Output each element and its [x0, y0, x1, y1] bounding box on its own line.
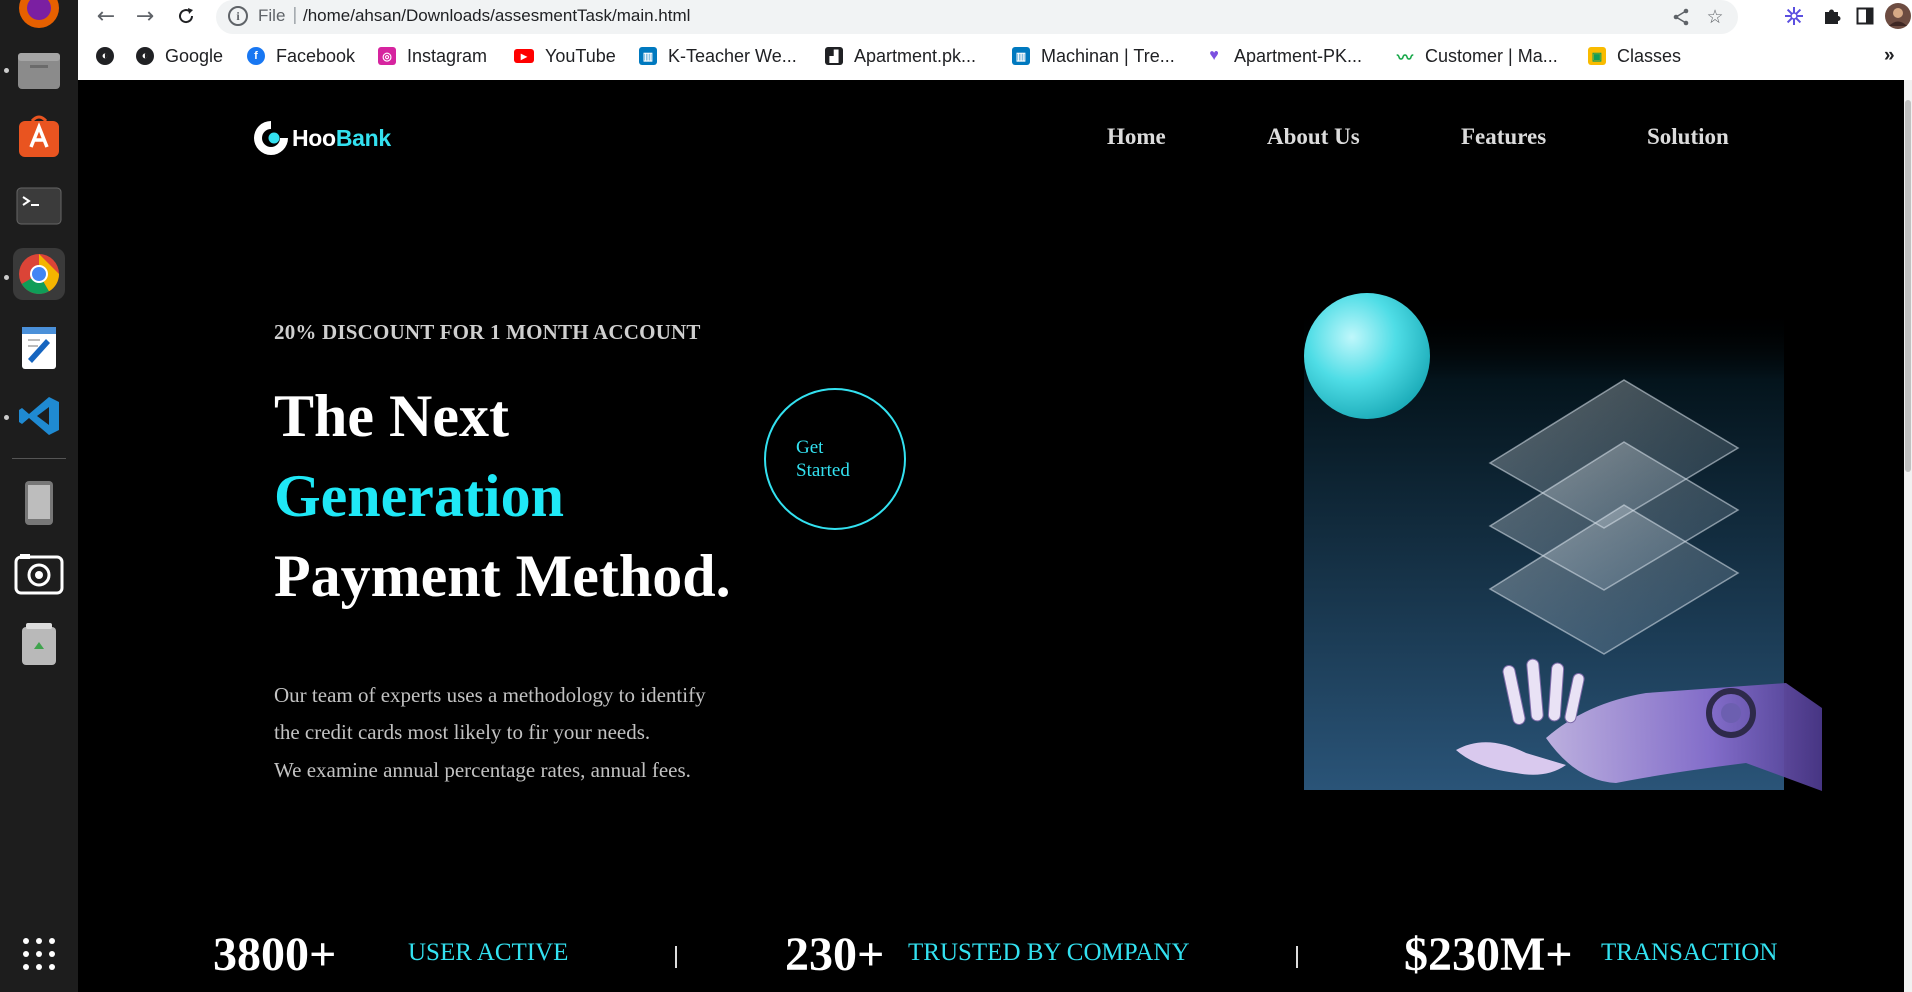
reload-icon[interactable]: [172, 2, 200, 30]
stat-separator: [1296, 946, 1298, 968]
terminal-icon[interactable]: [13, 180, 65, 232]
bookmark-classes[interactable]: ▣ Classes: [1588, 44, 1681, 68]
bookmark-k-teacher[interactable]: ▥ K-Teacher We...: [639, 44, 797, 68]
bookmark-apartment-pk[interactable]: ▟ Apartment.pk...: [825, 44, 976, 68]
nav-features[interactable]: Features: [1461, 124, 1546, 150]
software-center-icon[interactable]: [13, 110, 65, 162]
apartment-icon: ▟: [825, 47, 843, 65]
url-text[interactable]: /home/ahsan/Downloads/assesmentTask/main…: [303, 6, 690, 26]
dock-separator: [12, 458, 66, 459]
screenshot-icon[interactable]: [13, 548, 65, 600]
nav-solution[interactable]: Solution: [1647, 124, 1729, 150]
nav-home[interactable]: Home: [1107, 124, 1166, 150]
text-editor-icon[interactable]: [13, 322, 65, 374]
running-indicator: [4, 415, 9, 420]
stat-users-label: USER ACTIVE: [408, 939, 569, 966]
chart-icon: 〰: [1396, 50, 1413, 67]
hero-illustration: [1304, 293, 1822, 791]
headline-line-3: Payment Method.: [274, 543, 731, 609]
scrollbar-thumb[interactable]: [1905, 100, 1911, 472]
instagram-icon: ◎: [378, 47, 396, 65]
chrome-icon[interactable]: [13, 248, 65, 300]
bookmark-machinan[interactable]: ▥ Machinan | Tre...: [1012, 44, 1175, 68]
stat-companies-value: 230+: [785, 928, 885, 981]
profile-avatar[interactable]: [1885, 3, 1911, 29]
back-icon[interactable]: ←: [92, 2, 120, 30]
stat-users-value: 3800+: [213, 928, 337, 981]
removable-drive-icon[interactable]: [13, 477, 65, 529]
side-panel-icon[interactable]: [1852, 3, 1878, 29]
trello-icon: ▥: [1012, 47, 1030, 65]
running-indicator: [4, 275, 9, 280]
heart-icon: ♥: [1209, 47, 1219, 64]
globe-icon: ◐: [136, 47, 154, 65]
stat-transactions-label: TRANSACTION: [1601, 939, 1778, 966]
more-bookmarks-button[interactable]: »: [1884, 44, 1895, 68]
description-line-3: We examine annual percentage rates, annu…: [274, 758, 691, 782]
bookmarks-bar: ◐ ◐ Google f Facebook ◎ Instagram ▶ YouT…: [78, 40, 1912, 72]
files-icon[interactable]: [13, 44, 65, 96]
bookmark-globe[interactable]: ◐: [96, 44, 125, 68]
get-started-button[interactable]: Get Started: [764, 388, 906, 530]
browser-chrome: ← → i File | /home/ahsan/Downloads/asses…: [78, 0, 1912, 80]
facebook-icon: f: [247, 47, 265, 65]
headline-line-1: The Next: [274, 383, 509, 449]
get-started-label: Get Started: [796, 437, 850, 481]
description-line-1: Our team of experts uses a methodology t…: [274, 683, 706, 707]
extension-snowflake-icon[interactable]: [1781, 3, 1807, 29]
bookmark-customer[interactable]: 〰 Customer | Ma...: [1396, 44, 1558, 68]
bookmark-facebook[interactable]: f Facebook: [247, 44, 355, 68]
page-scrollbar[interactable]: [1904, 80, 1912, 992]
youtube-icon: ▶: [514, 49, 534, 63]
stat-transactions-value: $230M+: [1404, 928, 1573, 981]
browser-toolbar: ← → i File | /home/ahsan/Downloads/asses…: [78, 0, 1912, 34]
stat-separator: [675, 946, 677, 968]
stat-companies-label: TRUSTED BY COMPANY: [908, 939, 1190, 966]
classroom-icon: ▣: [1588, 47, 1606, 65]
globe-icon: ◐: [96, 47, 114, 65]
trello-icon: ▥: [639, 47, 657, 65]
nav-about-us[interactable]: About Us: [1267, 124, 1360, 150]
show-applications-icon[interactable]: [13, 928, 65, 980]
running-indicator: [4, 68, 9, 73]
extensions-puzzle-icon[interactable]: [1819, 3, 1845, 29]
bookmark-youtube[interactable]: ▶ YouTube: [514, 44, 616, 68]
address-bar[interactable]: i File | /home/ahsan/Downloads/assesment…: [216, 0, 1738, 34]
url-scheme: File: [258, 6, 286, 25]
bookmark-star-icon[interactable]: ☆: [1703, 5, 1727, 29]
bookmark-instagram[interactable]: ◎ Instagram: [378, 44, 487, 68]
description-line-2: the credit cards most likely to fir your…: [274, 720, 651, 744]
share-icon[interactable]: [1669, 5, 1693, 29]
logo-mark-icon: [254, 121, 288, 155]
discount-banner: 20% DISCOUNT FOR 1 MONTH ACCOUNT: [274, 320, 701, 344]
firefox-icon[interactable]: [13, 0, 65, 34]
forward-icon[interactable]: →: [131, 2, 159, 30]
vscode-icon[interactable]: [13, 390, 65, 442]
url-divider: |: [292, 5, 298, 25]
logo-text: HooBank: [292, 124, 391, 151]
bookmark-google[interactable]: ◐ Google: [136, 44, 223, 68]
site-info-icon[interactable]: i: [228, 6, 248, 26]
ubuntu-dock: [0, 0, 78, 992]
headline-line-2: Generation: [274, 463, 564, 529]
trash-icon[interactable]: [13, 618, 65, 670]
hoobank-logo[interactable]: HooBank: [250, 117, 391, 159]
web-page: HooBank Home About Us Features Solution …: [78, 80, 1912, 992]
bookmark-apartment-pk-2[interactable]: ♥ Apartment-PK...: [1205, 44, 1362, 68]
